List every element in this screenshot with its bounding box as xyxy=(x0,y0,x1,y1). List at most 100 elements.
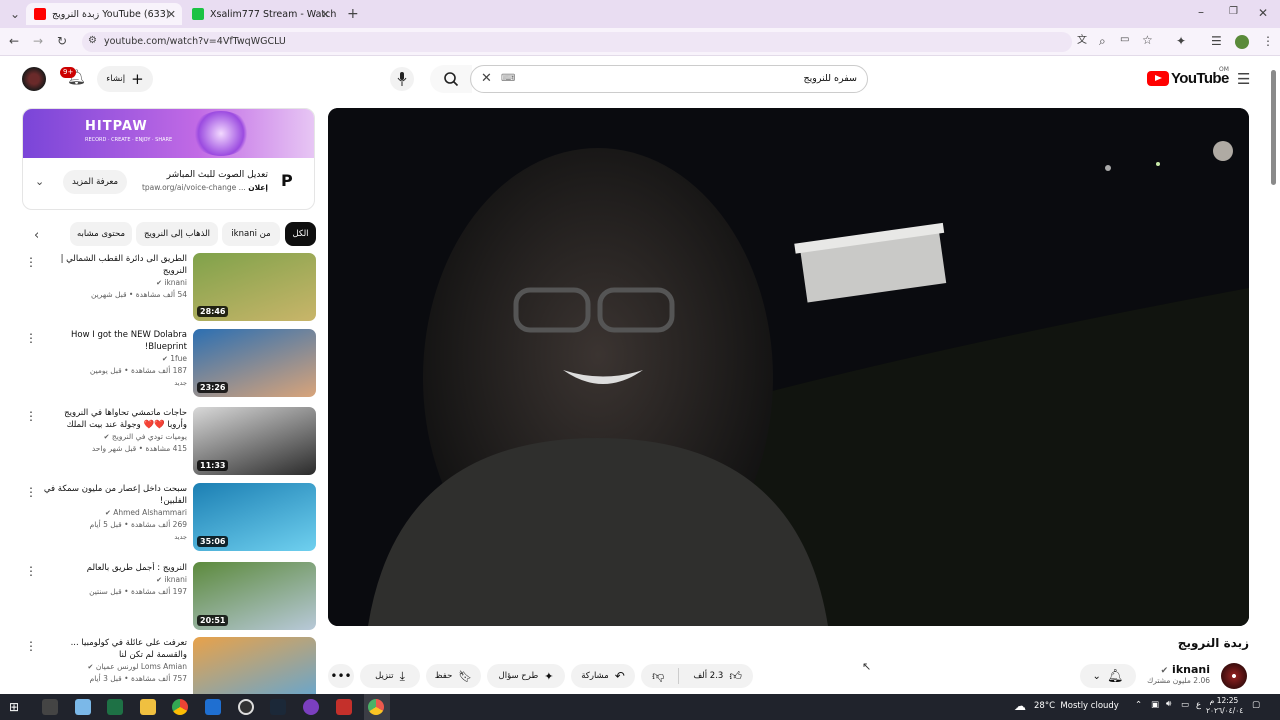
clock-time[interactable]: 12:25 م xyxy=(1206,696,1242,706)
chip-go-to-norway[interactable]: الذهاب إلى النرويج xyxy=(136,222,218,246)
video-player[interactable] xyxy=(328,108,1249,626)
recommended-video-title[interactable]: How I got the NEW Dolabra Blueprint! xyxy=(42,329,187,353)
more-options-icon[interactable]: ⋮ xyxy=(25,564,37,578)
channel-name[interactable]: iknani xyxy=(1172,663,1210,676)
video-thumbnail[interactable]: 20:51 xyxy=(193,562,316,630)
search-input[interactable]: سفره للنرويج xyxy=(803,73,857,84)
ad-banner-image[interactable]: HITPAW RECORD · CREATE · ENJOY · SHARE xyxy=(23,109,314,158)
site-info-icon[interactable]: ⚙ xyxy=(88,36,97,46)
recommended-channel-name[interactable]: iknani ✔ xyxy=(42,574,187,586)
ask-button[interactable]: طرح سؤال ✦ xyxy=(487,664,565,688)
share-button[interactable]: مشاركة ↶ xyxy=(571,664,635,688)
bookmark-star-icon[interactable]: ☆ xyxy=(1142,34,1153,46)
recommended-video-title[interactable]: سبحت داخل إعصار من مليون سمكة في الفلبين… xyxy=(42,483,187,507)
clear-search-icon[interactable]: ✕ xyxy=(481,72,492,85)
recommended-video-title[interactable]: تعرفت على عائلة في كولومبيا ... والقسمة … xyxy=(42,637,187,661)
chip-all[interactable]: الكل xyxy=(285,222,316,246)
more-options-icon[interactable]: ⋮ xyxy=(25,255,37,269)
start-button-icon[interactable]: ⊞ xyxy=(9,700,19,714)
taskbar-steam-icon[interactable] xyxy=(270,699,286,715)
create-button[interactable]: + إنشاء xyxy=(97,66,153,92)
download-button[interactable]: تنزيل ⤓ xyxy=(360,664,420,688)
chevron-down-icon[interactable]: ⌄ xyxy=(35,176,44,187)
recommended-video-title[interactable]: حاجات ماتمشي تحاواها في النرويج وأروبا ❤… xyxy=(42,407,187,431)
notification-center-icon[interactable]: ▢ xyxy=(1252,700,1260,710)
guide-menu-icon[interactable]: ☰ xyxy=(1237,72,1250,87)
tab-list-chevron-icon[interactable]: ⌄ xyxy=(10,8,20,20)
clock-date[interactable]: ٢٠٢٦/٠٤/٠٤ xyxy=(1206,706,1243,716)
battery-icon[interactable]: ▭ xyxy=(1181,700,1189,710)
more-options-icon[interactable]: ⋮ xyxy=(25,485,37,499)
extensions-icon[interactable]: ✦ xyxy=(1176,35,1186,47)
taskbar-app-excel-icon[interactable] xyxy=(107,699,123,715)
taskbar-app-blue-icon[interactable] xyxy=(205,699,221,715)
voice-search-button[interactable] xyxy=(390,67,414,91)
restore-window-icon[interactable]: ❐ xyxy=(1229,7,1238,17)
volume-icon[interactable]: 🔊︎ xyxy=(1166,699,1171,709)
close-tab-icon[interactable]: ✕ xyxy=(321,8,330,21)
search-box[interactable]: سفره للنرويج ✕ ⌨ xyxy=(470,65,868,93)
recommended-video-item[interactable]: 23:26 How I got the NEW Dolabra Blueprin… xyxy=(22,329,316,399)
chip-from-channel[interactable]: من iknani xyxy=(222,222,280,246)
taskbar-obs-icon[interactable] xyxy=(238,699,254,715)
weather-text[interactable]: 28°C Mostly cloudy xyxy=(1034,701,1119,711)
close-window-icon[interactable]: ✕ xyxy=(1258,7,1268,19)
reading-list-icon[interactable]: ☰ xyxy=(1211,35,1222,47)
taskbar-app-purple-icon[interactable] xyxy=(303,699,319,715)
tab-youtube[interactable]: YouTube (633) زبدة النرويج ✕ xyxy=(26,3,182,25)
video-thumbnail[interactable]: 11:33 xyxy=(193,407,316,475)
recommended-channel-name[interactable]: Loms Amian لورنس عميان ✔ xyxy=(42,661,187,673)
taskbar-app-ai-icon[interactable] xyxy=(42,699,58,715)
youtube-logo[interactable]: YouTube xyxy=(1147,70,1229,87)
cast-icon[interactable]: ▭ xyxy=(1120,35,1129,45)
chips-scroll-left-icon[interactable]: ‹ xyxy=(34,229,39,242)
back-icon[interactable]: ← xyxy=(9,35,19,47)
input-language[interactable]: ع xyxy=(1196,700,1201,710)
ad-learn-more-button[interactable]: معرفة المزيد xyxy=(63,170,128,194)
recommended-video-title[interactable]: الطريق الى دائرة القطب الشمالي | النرويج xyxy=(42,253,187,277)
scrollbar-thumb[interactable] xyxy=(1271,70,1276,185)
new-tab-icon[interactable]: + xyxy=(347,7,359,21)
recommended-video-item[interactable]: 20:51 النرويج : أجمل طريق بالعالم iknani… xyxy=(22,562,316,632)
translate-icon[interactable]: 文 xyxy=(1077,36,1087,46)
more-options-icon[interactable]: ⋮ xyxy=(25,639,37,653)
weather-cloud-icon[interactable]: ☁ xyxy=(1014,699,1026,713)
tab-kick-stream[interactable]: Xsalim777 Stream - Watch Live ✕ xyxy=(184,3,336,25)
recommended-channel-name[interactable]: iknani ✔ xyxy=(42,277,187,289)
video-thumbnail[interactable]: 23:26 xyxy=(193,329,316,397)
recommended-video-item[interactable]: 28:46 الطريق الى دائرة القطب الشمالي | ا… xyxy=(22,253,316,323)
recommended-video-item[interactable]: 11:33 حاجات ماتمشي تحاواها في النرويج وأ… xyxy=(22,407,316,477)
like-icon[interactable]: 👍︎ xyxy=(729,669,742,684)
zoom-icon[interactable]: ⌕ xyxy=(1099,35,1106,47)
account-avatar[interactable] xyxy=(22,67,46,91)
recommended-video-item[interactable]: 35:06 سبحت داخل إعصار من مليون سمكة في ا… xyxy=(22,483,316,553)
reload-icon[interactable]: ↻ xyxy=(57,35,67,47)
recommended-channel-name[interactable]: Ahmed Alshammari ✔ xyxy=(42,507,187,519)
close-tab-icon[interactable]: ✕ xyxy=(167,8,176,21)
taskbar-app-cloud-icon[interactable] xyxy=(75,699,91,715)
minimize-window-icon[interactable]: – xyxy=(1198,6,1204,18)
forward-icon[interactable]: → xyxy=(33,35,43,47)
like-count[interactable]: 2.3 ألف xyxy=(693,671,723,681)
taskbar-file-explorer-icon[interactable] xyxy=(140,699,156,715)
profile-avatar[interactable] xyxy=(1235,35,1249,49)
network-icon[interactable]: ▣ xyxy=(1151,700,1159,710)
more-options-icon[interactable]: ⋮ xyxy=(25,331,37,345)
more-actions-button[interactable]: ••• xyxy=(328,664,354,688)
tray-chevron-icon[interactable]: ⌃ xyxy=(1135,700,1142,710)
search-button[interactable] xyxy=(430,65,472,93)
recommended-channel-name[interactable]: يوميات تودي في النرويج ✔ xyxy=(42,431,187,443)
keyboard-icon[interactable]: ⌨ xyxy=(501,74,515,84)
subscribed-button[interactable]: 🔔︎ ⌄ xyxy=(1080,664,1136,688)
more-options-icon[interactable]: ⋮ xyxy=(25,409,37,423)
page-scrollbar[interactable] xyxy=(1270,70,1276,685)
channel-avatar[interactable] xyxy=(1221,663,1247,689)
taskbar-chrome-icon[interactable] xyxy=(172,699,188,715)
browser-menu-icon[interactable]: ⋮ xyxy=(1262,35,1274,47)
taskbar-app-red-icon[interactable] xyxy=(336,699,352,715)
save-button[interactable]: حفظ 🔖︎ xyxy=(426,664,481,688)
address-bar[interactable]: ⚙ youtube.com/watch?v=4VfTwqWGCLU xyxy=(82,32,1072,52)
recommended-video-title[interactable]: النرويج : أجمل طريق بالعالم xyxy=(42,562,187,574)
video-thumbnail[interactable]: 28:46 xyxy=(193,253,316,321)
chip-similar-content[interactable]: محتوى مشابه xyxy=(70,222,132,246)
